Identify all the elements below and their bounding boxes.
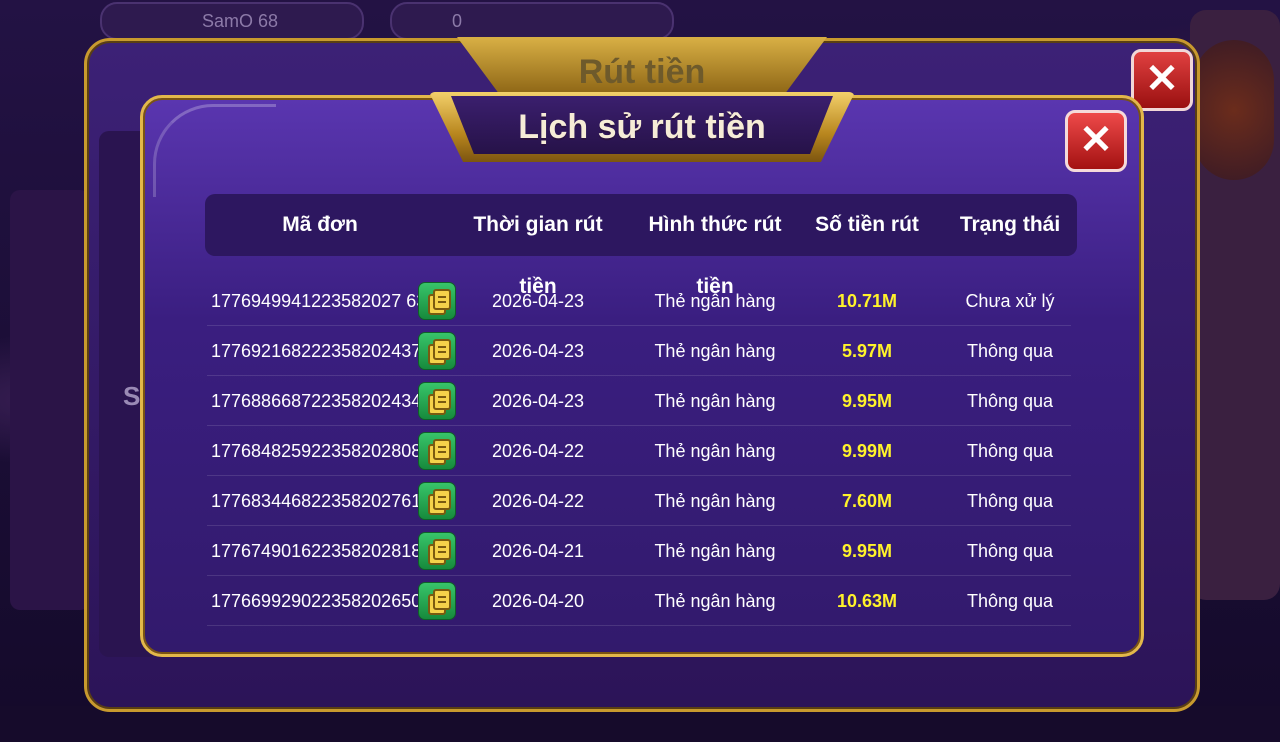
copy-order-id-button[interactable] — [418, 432, 456, 470]
table-row: 177683446822358202761 2026-04-22 Thẻ ngân … — [205, 476, 1077, 526]
minigame-logo-icon — [1194, 40, 1274, 180]
copy-order-id-button[interactable] — [418, 582, 456, 620]
amount-cell: 10.63M — [836, 591, 898, 611]
background-left-game-list — [10, 190, 90, 610]
dialog-shine-decoration — [153, 104, 276, 197]
history-dialog-title: Lịch sử rút tiền — [518, 108, 766, 146]
column-header-method: Hình thức rút tiền — [648, 213, 782, 298]
column-header-amount: Số tiền rút — [815, 213, 919, 236]
table-row: 177669929022358202650 2026-04-20 Thẻ ngân … — [205, 576, 1077, 626]
status-cell: Thông qua — [966, 391, 1054, 411]
copy-icon — [433, 339, 451, 360]
method-cell: Thẻ ngân hàng — [654, 291, 776, 311]
history-table-header: Mã đơn Thời gian rút tiền Hình thức rút … — [205, 194, 1077, 298]
method-cell: Thẻ ngân hàng — [654, 391, 776, 411]
time-cell: 2026-04-23 — [491, 391, 585, 411]
copy-icon — [433, 389, 451, 410]
copy-order-id-button[interactable] — [418, 332, 456, 370]
table-row: 1776949941223582027 63 2026-04-23 Thẻ ngân… — [205, 276, 1077, 326]
close-icon: ✕ — [1079, 118, 1113, 162]
withdraw-left-panel-letter: S — [123, 381, 141, 411]
method-cell: Thẻ ngân hàng — [654, 441, 776, 461]
withdraw-close-button[interactable]: ✕ — [1131, 49, 1193, 111]
background-username: SamO 68 — [202, 11, 279, 31]
history-table-body[interactable]: 1776949941223582027 63 2026-04-23 Thẻ ngân… — [205, 274, 1077, 626]
status-cell: Thông qua — [966, 441, 1054, 461]
amount-cell: 10.71M — [836, 291, 898, 311]
status-cell: Thông qua — [966, 591, 1054, 611]
amount-cell: 9.95M — [841, 391, 893, 411]
time-cell: 2026-04-22 — [491, 491, 585, 511]
background-right-promo — [1190, 10, 1280, 600]
order-id-cell: 1776949941223582027 63 — [211, 291, 427, 311]
background-balance-pill: 0 — [390, 2, 674, 40]
status-cell: Thông qua — [966, 341, 1054, 361]
method-cell: Thẻ ngân hàng — [654, 491, 776, 511]
copy-order-id-button[interactable] — [418, 532, 456, 570]
order-id-cell: 177669929022358202650 — [211, 591, 422, 611]
amount-cell: 5.97M — [841, 341, 893, 361]
amount-cell: 9.95M — [841, 541, 893, 561]
time-cell: 2026-04-22 — [491, 441, 585, 461]
amount-cell: 7.60M — [841, 491, 893, 511]
table-row: 177684825922358202808 2026-04-22 Thẻ ngân … — [205, 426, 1077, 476]
history-close-button[interactable]: ✕ — [1065, 110, 1127, 172]
background-balance: 0 — [452, 11, 463, 31]
table-row: 177674901622358202818 2026-04-21 Thẻ ngân … — [205, 526, 1077, 576]
copy-icon — [433, 539, 451, 560]
time-cell: 2026-04-23 — [491, 291, 585, 311]
copy-order-id-button[interactable] — [418, 282, 456, 320]
copy-order-id-button[interactable] — [418, 382, 456, 420]
background-topbar: SamO 68 0 — [100, 0, 1200, 40]
order-id-cell: 177684825922358202808 — [211, 441, 422, 461]
method-cell: Thẻ ngân hàng — [654, 341, 776, 361]
order-id-cell: 177692168222358202437 — [211, 341, 422, 361]
status-cell: Thông qua — [966, 491, 1054, 511]
copy-icon — [433, 589, 451, 610]
status-cell: Chưa xử lý — [965, 291, 1055, 311]
table-row: 177692168222358202437 2026-04-23 Thẻ ngân … — [205, 326, 1077, 376]
column-header-order-id: Mã đơn — [282, 213, 358, 236]
order-id-cell: 177683446822358202761 — [211, 491, 422, 511]
table-row: 177688668722358202434 2026-04-23 Thẻ ngân … — [205, 376, 1077, 426]
order-id-cell: 177674901622358202818 — [211, 541, 422, 561]
time-cell: 2026-04-23 — [491, 341, 585, 361]
time-cell: 2026-04-20 — [491, 591, 585, 611]
status-cell: Thông qua — [966, 541, 1054, 561]
background-username-pill: SamO 68 — [100, 2, 364, 40]
column-header-time: Thời gian rút tiền — [473, 213, 603, 298]
withdraw-dialog-title: Rút tiền — [578, 53, 706, 91]
amount-cell: 9.99M — [841, 441, 893, 461]
order-id-cell: 177688668722358202434 — [211, 391, 422, 411]
copy-icon — [433, 289, 451, 310]
copy-order-id-button[interactable] — [418, 482, 456, 520]
method-cell: Thẻ ngân hàng — [654, 591, 776, 611]
withdraw-history-dialog: Lịch sử rút tiền ✕ Mã đơn Thời gian rút … — [140, 92, 1144, 657]
copy-icon — [433, 489, 451, 510]
column-header-status: Trạng thái — [959, 213, 1061, 236]
close-icon: ✕ — [1145, 57, 1179, 101]
copy-icon — [433, 439, 451, 460]
method-cell: Thẻ ngân hàng — [654, 541, 776, 561]
time-cell: 2026-04-21 — [491, 541, 585, 561]
